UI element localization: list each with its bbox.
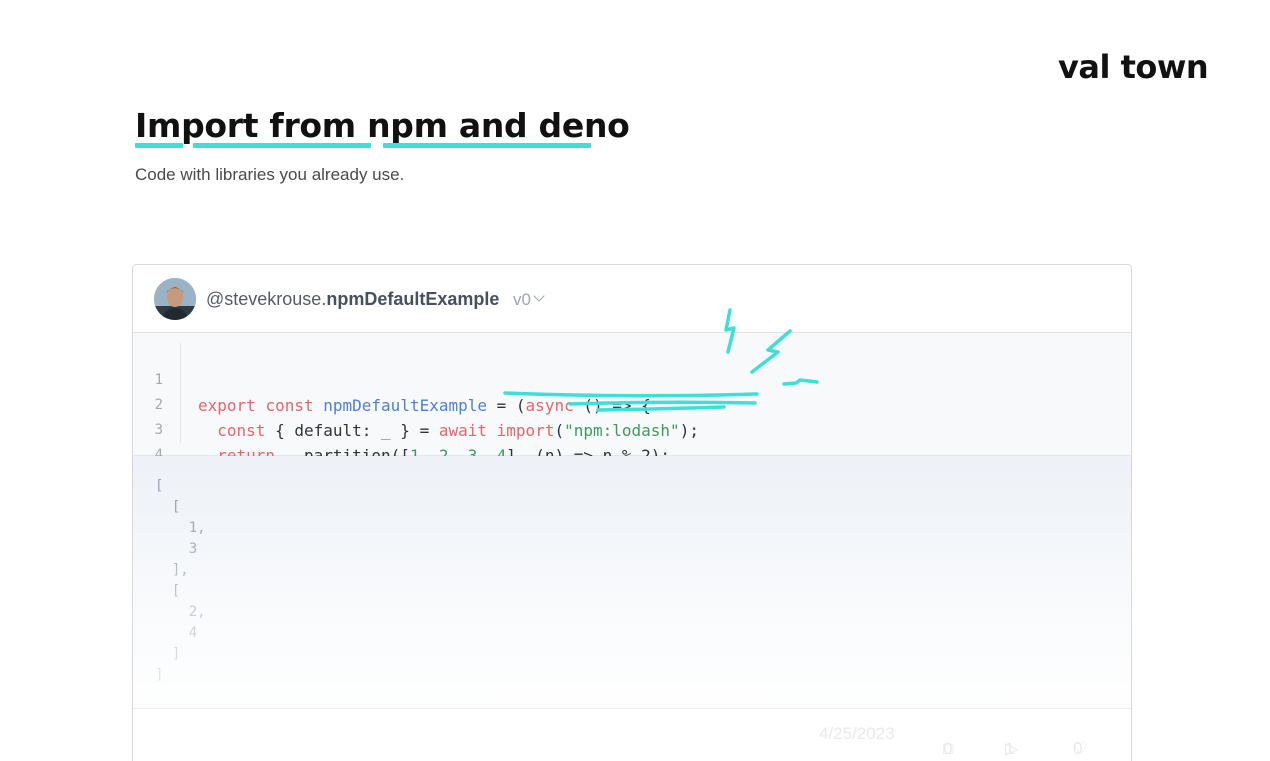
chevron-down-icon (533, 290, 545, 302)
val-town-logo: val town (1058, 48, 1209, 86)
author-username[interactable]: @stevekrouse. (206, 289, 326, 309)
val-author-handle[interactable]: @stevekrouse.npmDefaultExample (206, 289, 499, 310)
output-line: 3 (155, 541, 198, 557)
output-line: ], (155, 562, 189, 578)
output-line: [ (155, 583, 181, 599)
val-card-footer: 4/25/2023 □ 0 ▷ 1 ♡ 0 (133, 708, 1131, 761)
val-card: @stevekrouse.npmDefaultExample v0 1 expo… (132, 264, 1132, 761)
output-line: ] (155, 646, 181, 662)
page-subtitle: Code with libraries you already use. (135, 165, 405, 184)
output-line: [ (155, 478, 164, 494)
version-dropdown[interactable]: v0 (513, 290, 545, 310)
avatar[interactable] (154, 278, 196, 320)
output-line: [ (155, 499, 181, 515)
title-underline (135, 143, 591, 148)
version-label: v0 (513, 290, 531, 309)
avatar-image (154, 278, 196, 320)
code-line-1: 1 export const npmDefaultExample = (asyn… (133, 343, 1131, 415)
output-line: 2, (155, 604, 206, 620)
val-name[interactable]: npmDefaultExample (326, 289, 499, 309)
output-line: 4 (155, 625, 198, 641)
code-line-2: 2 const { default: _ } = await import("n… (133, 368, 1131, 440)
val-date: 4/25/2023 (819, 724, 895, 743)
output-panel: [ [ 1, 3 ], [ 2, 4 ] ] (133, 456, 1131, 708)
output-line: 1, (155, 520, 206, 536)
page-title: Import from npm and deno (135, 106, 630, 145)
val-card-header: @stevekrouse.npmDefaultExample v0 (133, 265, 1131, 333)
code-editor[interactable]: 1 export const npmDefaultExample = (asyn… (133, 333, 1131, 490)
code-line-3: 3 return _.partition([1, 2, 3, 4], (n) =… (133, 393, 1131, 465)
code-line-4: 4 })(); (133, 418, 1131, 490)
output-line: ] (155, 667, 164, 683)
